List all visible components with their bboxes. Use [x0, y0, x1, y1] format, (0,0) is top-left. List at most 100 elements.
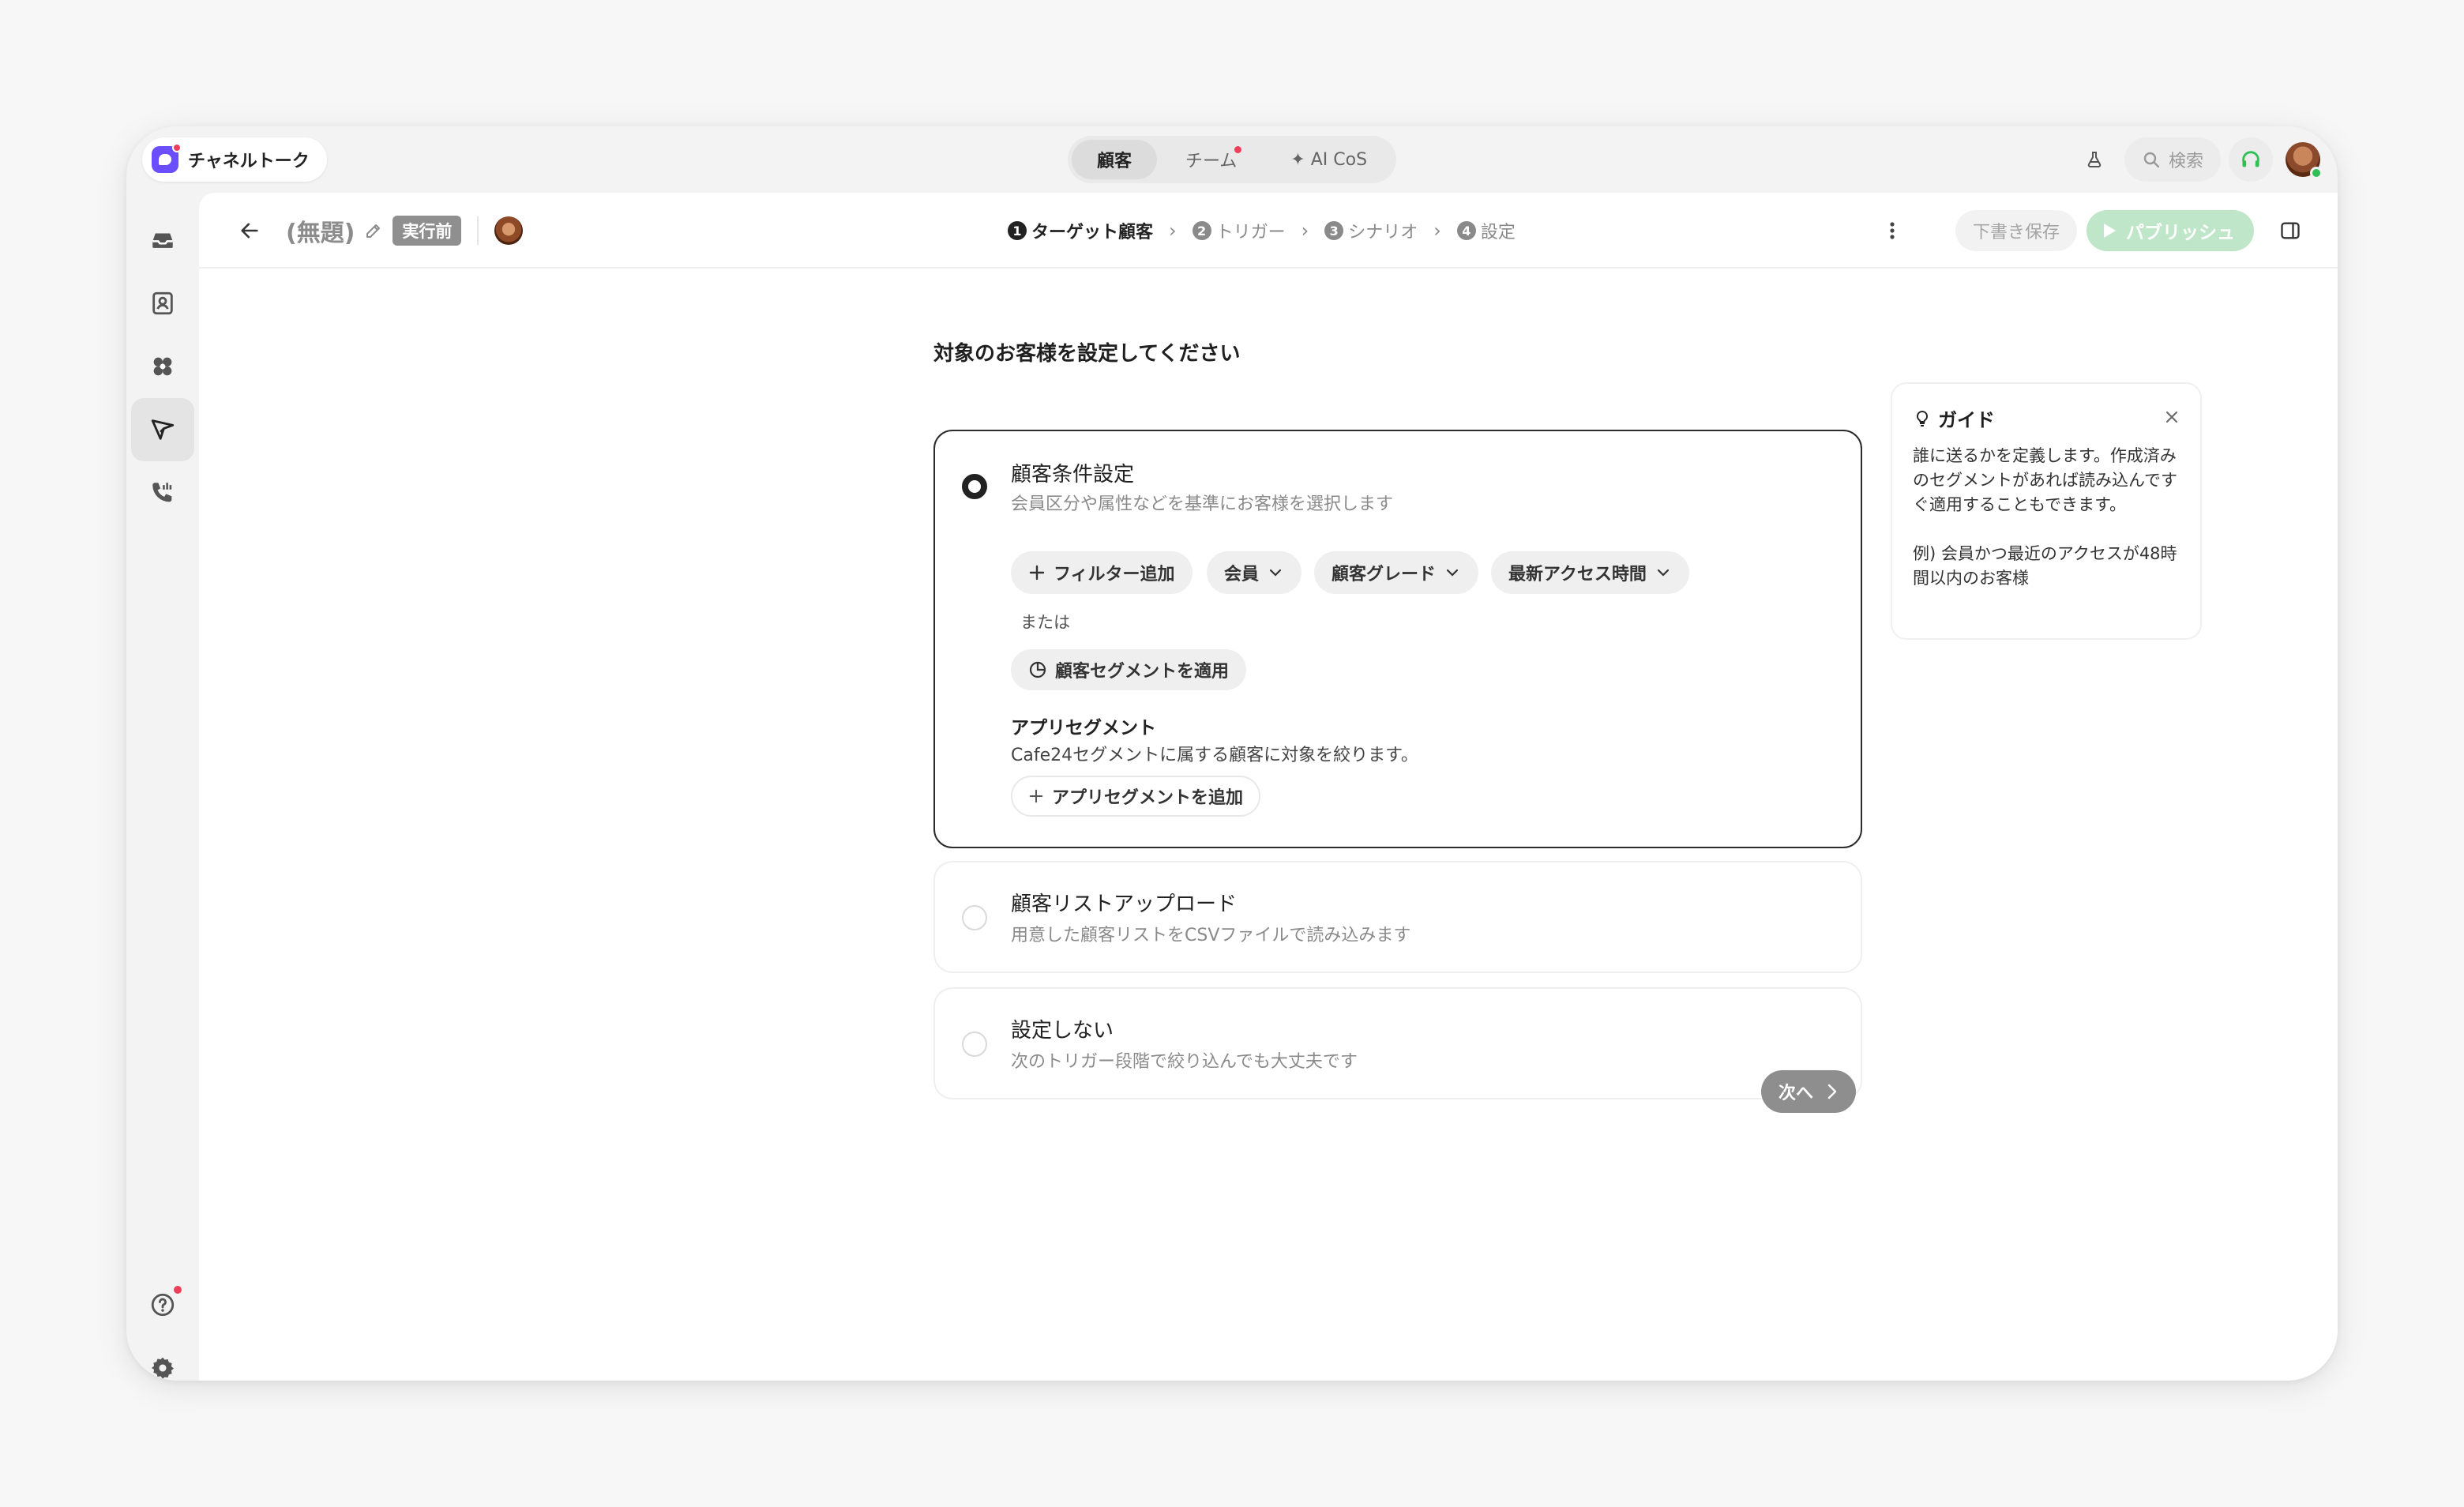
divider — [477, 216, 479, 245]
save-draft-button[interactable]: 下書き保存 — [1955, 210, 2077, 251]
step-label: トリガー — [1215, 223, 1286, 242]
step-scenario[interactable]: 3 シナリオ — [1324, 218, 1418, 243]
top-right-actions: 検索 — [2072, 137, 2325, 182]
next-label: 次へ — [1779, 1084, 1814, 1103]
notification-dot — [1234, 146, 1242, 153]
step-progress: 1 ターゲット顧客 › 2 トリガー › 3 シナリオ › 4 設定 — [1008, 212, 1516, 250]
chevron-down-icon — [1446, 569, 1459, 577]
arrow-left-icon — [241, 223, 258, 239]
chevron-right-icon: › — [1433, 220, 1441, 242]
main-panel: (無題) 実行前 1 ターゲット顧客 › 2 トリガー › 3 シナリオ › 4 設定 … — [199, 193, 2338, 1381]
step-target-customers[interactable]: 1 ターゲット顧客 — [1008, 218, 1153, 243]
filter-label: 顧客グレード — [1332, 565, 1437, 584]
plus-icon — [1029, 565, 1045, 581]
guide-example: 例) 会員かつ最近のアクセスが48時間以内のお客様 — [1913, 544, 2177, 588]
filter-chip-member[interactable]: 会員 — [1207, 551, 1302, 594]
tab-team[interactable]: チーム — [1160, 140, 1262, 179]
option-no-setting[interactable]: 設定しない 次のトリガー段階で絞り込んでも大丈夫です — [933, 987, 1862, 1099]
left-sidebar — [126, 193, 199, 1381]
chevron-down-icon — [1657, 569, 1670, 577]
sidebar-item-help[interactable] — [131, 1273, 194, 1336]
status-badge: 実行前 — [393, 216, 462, 246]
option-customer-list-upload[interactable]: 顧客リストアップロード 用意した顧客リストをCSVファイルで読み込みます — [933, 861, 1862, 973]
online-status-dot — [2310, 167, 2323, 179]
sidebar-item-contacts[interactable] — [131, 272, 194, 335]
guide-title: ガイド — [1938, 409, 1995, 431]
step-label: シナリオ — [1348, 223, 1418, 242]
app-window: チャネルトーク 顧客 チーム ✦ AI CoS 検索 (無題) 実行前 1 ター… — [126, 126, 2338, 1381]
chevron-right-icon — [1827, 1084, 1837, 1099]
filter-chip-last-access[interactable]: 最新アクセス時間 — [1491, 551, 1689, 594]
avatar — [494, 216, 524, 245]
add-filter-label: フィルター追加 — [1054, 565, 1175, 584]
next-button[interactable]: 次へ — [1761, 1070, 1857, 1113]
send-icon — [151, 419, 175, 440]
add-filter-button[interactable]: フィルター追加 — [1011, 551, 1193, 594]
app-name: チャネルトーク — [188, 152, 310, 171]
filter-label: 会員 — [1224, 565, 1260, 584]
editor-toolbar: (無題) 実行前 1 ターゲット顧客 › 2 トリガー › 3 シナリオ › 4 設定 … — [199, 193, 2338, 269]
flower-icon — [153, 357, 172, 376]
add-app-segment-button[interactable]: アプリセグメントを追加 — [1011, 776, 1261, 817]
radio-selected[interactable] — [962, 474, 987, 499]
option-description: 会員区分や属性などを基準にお客様を選択します — [1011, 494, 1394, 514]
filter-chip-grade[interactable]: 顧客グレード — [1314, 551, 1479, 594]
sidebar-item-automation[interactable] — [131, 335, 194, 398]
close-icon — [2166, 412, 2177, 423]
toggle-side-panel-button[interactable] — [2271, 212, 2309, 250]
search-label: 検索 — [2168, 152, 2203, 171]
step-number: 1 — [1008, 221, 1027, 240]
labs-flask-icon[interactable] — [2072, 137, 2117, 182]
more-options-button[interactable] — [1873, 212, 1911, 250]
search-icon — [2143, 152, 2160, 168]
radio-unselected[interactable] — [962, 1032, 987, 1057]
option-description: 用意した顧客リストをCSVファイルで読み込みます — [1011, 926, 1411, 945]
edit-pencil-icon[interactable] — [364, 221, 383, 240]
tab-team-label: チーム — [1185, 152, 1238, 171]
step-trigger[interactable]: 2 トリガー — [1192, 218, 1286, 243]
option-description: 次のトリガー段階で絞り込んでも大丈夫です — [1011, 1052, 1358, 1072]
sidebar-item-inbox[interactable] — [131, 209, 194, 272]
publish-label: パブリッシュ — [2126, 223, 2235, 243]
tab-ai-cos[interactable]: ✦ AI CoS — [1265, 140, 1392, 179]
step-settings[interactable]: 4 設定 — [1456, 218, 1516, 243]
sidebar-item-settings[interactable] — [131, 1336, 194, 1381]
guide-panel: ガイド 誰に送るかを定義します。作成済みのセグメントがあれば読み込んですぐ適用す… — [1891, 382, 2202, 640]
pie-chart-icon — [1029, 661, 1046, 678]
phone-icon — [152, 483, 172, 502]
step-number: 2 — [1192, 221, 1211, 240]
plus-icon — [1029, 789, 1043, 803]
option-title: 設定しない — [1011, 1019, 1114, 1043]
toolbar-actions: 下書き保存 パブリッシュ — [1873, 209, 2309, 253]
avatar — [2286, 142, 2323, 179]
step-number: 3 — [1324, 221, 1344, 240]
option-title: 顧客リストアップロード — [1011, 893, 1238, 916]
guide-text: 誰に送るかを定義します。作成済みのセグメントがあれば読み込んですぐ適用することも… — [1913, 446, 2177, 514]
option-customer-conditions[interactable]: 顧客条件設定 会員区分や属性などを基準にお客様を選択します フィルター追加 会員… — [933, 430, 1862, 848]
user-menu[interactable] — [2281, 137, 2325, 182]
main-nav-tabs: 顧客 チーム ✦ AI CoS — [1067, 136, 1397, 183]
tab-customers[interactable]: 顧客 — [1071, 140, 1157, 179]
step-label: 設定 — [1480, 223, 1516, 242]
chevron-down-icon — [1269, 569, 1282, 577]
side-panel-icon — [2281, 222, 2300, 239]
chevron-right-icon: › — [1169, 220, 1177, 242]
publish-button[interactable]: パブリッシュ — [2087, 210, 2254, 251]
headset-icon[interactable] — [2229, 137, 2273, 182]
sidebar-item-calls[interactable] — [131, 461, 194, 524]
apply-segment-label: 顧客セグメントを適用 — [1055, 662, 1230, 682]
radio-unselected[interactable] — [962, 905, 987, 930]
search-button[interactable]: 検索 — [2124, 137, 2221, 182]
sidebar-item-campaign[interactable] — [131, 398, 194, 461]
channel-talk-logo-icon — [152, 143, 182, 173]
apply-segment-button[interactable]: 顧客セグメントを適用 — [1011, 649, 1247, 690]
workspace-switcher[interactable]: チャネルトーク — [142, 137, 327, 182]
app-segment-title: アプリセグメント — [1011, 718, 1156, 738]
guide-header: ガイド — [1913, 404, 1995, 432]
chevron-right-icon: › — [1301, 220, 1309, 242]
page-title[interactable]: (無題) — [286, 213, 355, 248]
close-guide-button[interactable] — [2161, 406, 2183, 428]
inbox-icon — [152, 233, 173, 248]
back-button[interactable] — [231, 212, 269, 250]
lightbulb-icon — [1916, 410, 1929, 427]
